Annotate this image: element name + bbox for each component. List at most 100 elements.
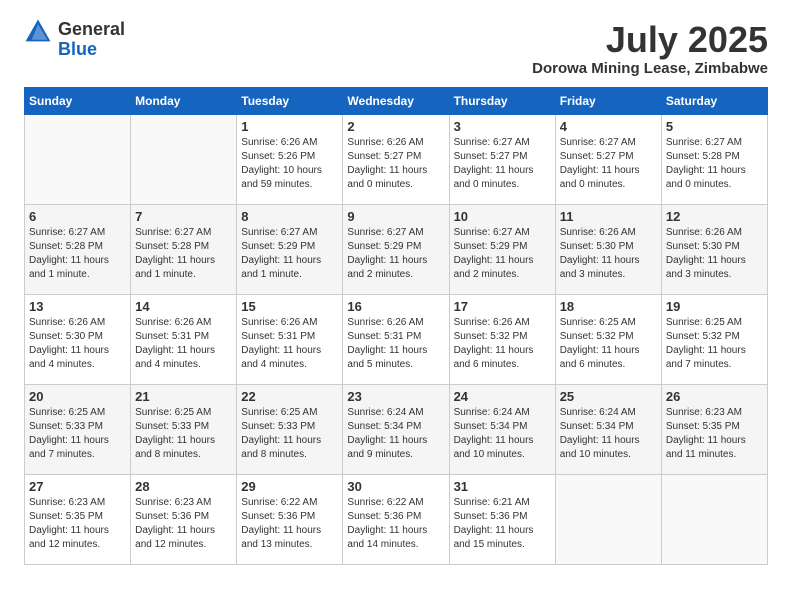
cell-info: Sunrise: 6:23 AMSunset: 5:35 PMDaylight:… — [666, 406, 763, 462]
calendar-table: SundayMondayTuesdayWednesdayThursdayFrid… — [24, 87, 768, 565]
week-row-5: 27 Sunrise: 6:23 AMSunset: 5:35 PMDayligh… — [25, 474, 768, 564]
day-number: 24 — [454, 389, 551, 404]
cell-info: Sunrise: 6:27 AMSunset: 5:29 PMDaylight:… — [241, 226, 338, 282]
day-number: 9 — [347, 209, 444, 224]
cell-info: Sunrise: 6:27 AMSunset: 5:27 PMDaylight:… — [454, 136, 551, 192]
cell-info: Sunrise: 6:21 AMSunset: 5:36 PMDaylight:… — [454, 496, 551, 552]
day-number: 10 — [454, 209, 551, 224]
header-day-friday: Friday — [555, 87, 661, 114]
header-row: SundayMondayTuesdayWednesdayThursdayFrid… — [25, 87, 768, 114]
calendar-cell: 25 Sunrise: 6:24 AMSunset: 5:34 PMDayligh… — [555, 384, 661, 474]
cell-info: Sunrise: 6:26 AMSunset: 5:26 PMDaylight:… — [241, 136, 338, 192]
calendar-cell: 3 Sunrise: 6:27 AMSunset: 5:27 PMDaylight… — [449, 114, 555, 204]
cell-info: Sunrise: 6:27 AMSunset: 5:29 PMDaylight:… — [454, 226, 551, 282]
calendar-cell: 14Sunrise: 6:26 AMSunset: 5:31 PMDayligh… — [131, 294, 237, 384]
day-number: 8 — [241, 209, 338, 224]
cell-info: Sunrise: 6:23 AMSunset: 5:35 PMDaylight:… — [29, 496, 126, 552]
calendar-cell: 13 Sunrise: 6:26 AMSunset: 5:30 PMDayligh… — [25, 294, 131, 384]
calendar-cell: 17 Sunrise: 6:26 AMSunset: 5:32 PMDayligh… — [449, 294, 555, 384]
week-row-3: 13 Sunrise: 6:26 AMSunset: 5:30 PMDayligh… — [25, 294, 768, 384]
day-number: 20 — [29, 389, 126, 404]
day-number: 3 — [454, 119, 551, 134]
title-area: July 2025 Dorowa Mining Lease, Zimbabwe — [532, 20, 768, 77]
day-number: 29 — [241, 479, 338, 494]
logo-general: General — [58, 19, 125, 39]
cell-info: Sunrise: 6:26 AMSunset: 5:30 PMDaylight:… — [29, 316, 126, 372]
cell-info: Sunrise: 6:25 AMSunset: 5:33 PMDaylight:… — [29, 406, 126, 462]
day-number: 11 — [560, 209, 657, 224]
calendar-cell — [131, 114, 237, 204]
header-day-wednesday: Wednesday — [343, 87, 449, 114]
calendar-cell: 18 Sunrise: 6:25 AMSunset: 5:32 PMDayligh… — [555, 294, 661, 384]
calendar-cell: 9 Sunrise: 6:27 AMSunset: 5:29 PMDaylight… — [343, 204, 449, 294]
header-day-sunday: Sunday — [25, 87, 131, 114]
day-number: 7 — [135, 209, 232, 224]
calendar-cell: 15 Sunrise: 6:26 AMSunset: 5:31 PMDayligh… — [237, 294, 343, 384]
day-number: 19 — [666, 299, 763, 314]
cell-info: Sunrise: 6:24 AMSunset: 5:34 PMDaylight:… — [347, 406, 444, 462]
calendar-cell: 16 Sunrise: 6:26 AMSunset: 5:31 PMDayligh… — [343, 294, 449, 384]
cell-info: Sunrise: 6:27 AMSunset: 5:29 PMDaylight:… — [347, 226, 444, 282]
calendar-cell: 28 Sunrise: 6:23 AMSunset: 5:36 PMDayligh… — [131, 474, 237, 564]
cell-info: Sunrise: 6:25 AMSunset: 5:32 PMDaylight:… — [560, 316, 657, 372]
day-number: 13 — [29, 299, 126, 314]
calendar-cell: 22 Sunrise: 6:25 AMSunset: 5:33 PMDayligh… — [237, 384, 343, 474]
calendar-cell: 10 Sunrise: 6:27 AMSunset: 5:29 PMDayligh… — [449, 204, 555, 294]
cell-info: Sunrise: 6:26 AMSunset: 5:30 PMDaylight:… — [560, 226, 657, 282]
calendar-cell: 23Sunrise: 6:24 AMSunset: 5:34 PMDayligh… — [343, 384, 449, 474]
day-number: 15 — [241, 299, 338, 314]
location-title: Dorowa Mining Lease, Zimbabwe — [532, 60, 768, 77]
header-day-thursday: Thursday — [449, 87, 555, 114]
calendar-cell: 29 Sunrise: 6:22 AMSunset: 5:36 PMDayligh… — [237, 474, 343, 564]
cell-info: Sunrise: 6:24 AMSunset: 5:34 PMDaylight:… — [454, 406, 551, 462]
day-number: 31 — [454, 479, 551, 494]
calendar-header: SundayMondayTuesdayWednesdayThursdayFrid… — [25, 87, 768, 114]
week-row-4: 20 Sunrise: 6:25 AMSunset: 5:33 PMDayligh… — [25, 384, 768, 474]
day-number: 22 — [241, 389, 338, 404]
day-number: 18 — [560, 299, 657, 314]
cell-info: Sunrise: 6:25 AMSunset: 5:32 PMDaylight:… — [666, 316, 763, 372]
cell-info: Sunrise: 6:26 AMSunset: 5:31 PMDaylight:… — [347, 316, 444, 372]
cell-info: Sunrise: 6:22 AMSunset: 5:36 PMDaylight:… — [347, 496, 444, 552]
cell-info: Sunrise: 6:27 AMSunset: 5:28 PMDaylight:… — [135, 226, 232, 282]
cell-info: Sunrise: 6:26 AMSunset: 5:32 PMDaylight:… — [454, 316, 551, 372]
cell-info: Sunrise: 6:23 AMSunset: 5:36 PMDaylight:… — [135, 496, 232, 552]
day-number: 1 — [241, 119, 338, 134]
day-number: 16 — [347, 299, 444, 314]
calendar-cell: 1 Sunrise: 6:26 AMSunset: 5:26 PMDaylight… — [237, 114, 343, 204]
cell-info: Sunrise: 6:24 AMSunset: 5:34 PMDaylight:… — [560, 406, 657, 462]
cell-info: Sunrise: 6:26 AMSunset: 5:31 PMDaylight:… — [241, 316, 338, 372]
calendar-cell: 4Sunrise: 6:27 AMSunset: 5:27 PMDaylight… — [555, 114, 661, 204]
cell-info: Sunrise: 6:25 AMSunset: 5:33 PMDaylight:… — [241, 406, 338, 462]
day-number: 4 — [560, 119, 657, 134]
day-number: 21 — [135, 389, 232, 404]
day-number: 17 — [454, 299, 551, 314]
header-day-tuesday: Tuesday — [237, 87, 343, 114]
calendar-cell: 19 Sunrise: 6:25 AMSunset: 5:32 PMDayligh… — [661, 294, 767, 384]
logo-blue: Blue — [58, 39, 97, 59]
cell-info: Sunrise: 6:26 AMSunset: 5:30 PMDaylight:… — [666, 226, 763, 282]
cell-info: Sunrise: 6:26 AMSunset: 5:27 PMDaylight:… — [347, 136, 444, 192]
day-number: 27 — [29, 479, 126, 494]
calendar-cell: 11 Sunrise: 6:26 AMSunset: 5:30 PMDayligh… — [555, 204, 661, 294]
cell-info: Sunrise: 6:22 AMSunset: 5:36 PMDaylight:… — [241, 496, 338, 552]
day-number: 30 — [347, 479, 444, 494]
calendar-cell: 21 Sunrise: 6:25 AMSunset: 5:33 PMDayligh… — [131, 384, 237, 474]
calendar-body: 1 Sunrise: 6:26 AMSunset: 5:26 PMDaylight… — [25, 114, 768, 564]
week-row-2: 6 Sunrise: 6:27 AMSunset: 5:28 PMDaylight… — [25, 204, 768, 294]
calendar-cell: 5Sunrise: 6:27 AMSunset: 5:28 PMDaylight… — [661, 114, 767, 204]
page-header: General Blue July 2025 Dorowa Mining Lea… — [24, 20, 768, 77]
month-title: July 2025 — [532, 20, 768, 60]
day-number: 25 — [560, 389, 657, 404]
calendar-cell: 12Sunrise: 6:26 AMSunset: 5:30 PMDayligh… — [661, 204, 767, 294]
day-number: 28 — [135, 479, 232, 494]
cell-info: Sunrise: 6:27 AMSunset: 5:28 PMDaylight:… — [29, 226, 126, 282]
cell-info: Sunrise: 6:25 AMSunset: 5:33 PMDaylight:… — [135, 406, 232, 462]
header-day-monday: Monday — [131, 87, 237, 114]
week-row-1: 1 Sunrise: 6:26 AMSunset: 5:26 PMDaylight… — [25, 114, 768, 204]
logo-icon — [24, 18, 52, 46]
day-number: 6 — [29, 209, 126, 224]
calendar-cell: 8 Sunrise: 6:27 AMSunset: 5:29 PMDaylight… — [237, 204, 343, 294]
calendar-cell — [661, 474, 767, 564]
calendar-cell: 31 Sunrise: 6:21 AMSunset: 5:36 PMDayligh… — [449, 474, 555, 564]
